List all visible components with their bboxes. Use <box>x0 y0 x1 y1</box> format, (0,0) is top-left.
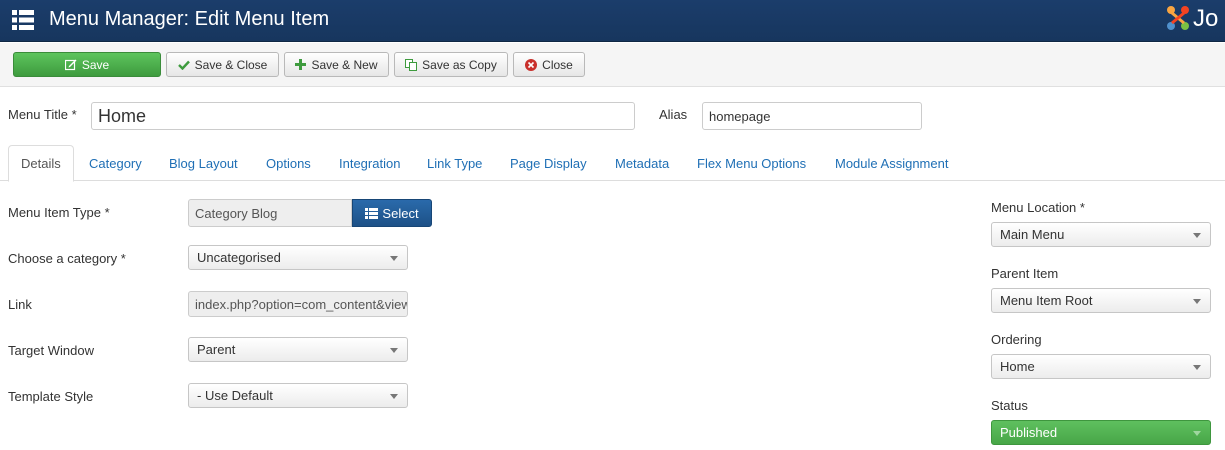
chevron-down-icon <box>1193 365 1201 370</box>
tab-page-display[interactable]: Page Display <box>510 145 587 181</box>
target-window-value: Parent <box>197 342 236 357</box>
header-bar: Menu Manager: Edit Menu Item Jo <box>0 0 1225 42</box>
tab-bar: Details Category Blog Layout Options Int… <box>0 145 1225 182</box>
chevron-down-icon <box>1193 233 1201 238</box>
tab-category[interactable]: Category <box>89 145 142 181</box>
link-field: index.php?option=com_content&view=catego… <box>188 291 408 317</box>
tab-flex-menu-options[interactable]: Flex Menu Options <box>697 145 806 181</box>
tab-blog-layout[interactable]: Blog Layout <box>169 145 238 181</box>
ordering-label: Ordering <box>991 332 1042 347</box>
edit-icon <box>64 59 77 70</box>
status-select[interactable]: Published <box>991 420 1211 445</box>
link-label: Link <box>8 297 32 312</box>
menu-item-type-field: Category Blog <box>188 199 352 227</box>
chevron-down-icon <box>390 394 398 399</box>
joomla-logo: Jo <box>1163 2 1225 38</box>
save-label: Save <box>81 57 110 72</box>
link-value: index.php?option=com_content&view=catego… <box>195 296 407 312</box>
menu-item-type-value: Category Blog <box>195 205 278 221</box>
parent-item-label: Parent Item <box>991 266 1059 281</box>
template-style-label: Template Style <box>8 389 94 404</box>
plus-icon <box>295 59 307 70</box>
save-copy-label: Save as Copy <box>422 57 497 72</box>
copy-icon <box>405 58 418 71</box>
category-value: Uncategorised <box>197 250 281 265</box>
save-close-label: Save & Close <box>194 57 268 72</box>
template-style-select[interactable]: - Use Default <box>188 383 408 408</box>
close-button[interactable]: Close <box>513 52 585 77</box>
menu-location-value: Main Menu <box>1000 227 1065 242</box>
status-label: Status <box>991 398 1028 413</box>
alias-label: Alias <box>659 107 688 122</box>
alias-value: homepage <box>709 108 771 124</box>
close-label: Close <box>542 57 573 72</box>
list-menu-icon[interactable] <box>12 9 34 31</box>
chevron-down-icon <box>390 256 398 261</box>
ordering-value: Home <box>1000 359 1035 374</box>
template-style-value: - Use Default <box>197 388 273 403</box>
tab-options[interactable]: Options <box>266 145 311 181</box>
target-window-label: Target Window <box>8 343 94 358</box>
menu-title-label: Menu Title * <box>8 107 77 122</box>
menu-title-value: Home <box>98 105 147 126</box>
save-button[interactable]: Save <box>13 52 161 77</box>
chevron-down-icon <box>1193 431 1201 436</box>
toolbar: Save Save & Close Save & New Save as Cop… <box>0 43 1225 87</box>
menu-item-type-label: Menu Item Type * <box>8 205 110 220</box>
alias-input[interactable]: homepage <box>702 102 922 130</box>
tab-integration[interactable]: Integration <box>339 145 400 181</box>
tab-module-assignment[interactable]: Module Assignment <box>835 145 948 181</box>
close-icon <box>525 58 538 71</box>
tab-metadata[interactable]: Metadata <box>615 145 669 181</box>
list-icon <box>365 207 379 219</box>
target-window-select[interactable]: Parent <box>188 337 408 362</box>
parent-item-value: Menu Item Root <box>1000 293 1093 308</box>
ordering-select[interactable]: Home <box>991 354 1211 379</box>
menu-title-input[interactable]: Home <box>91 102 635 130</box>
page-title: Menu Manager: Edit Menu Item <box>49 8 330 30</box>
choose-category-label: Choose a category * <box>8 251 126 266</box>
save-new-button[interactable]: Save & New <box>284 52 389 77</box>
check-icon <box>177 60 190 70</box>
select-button-label: Select <box>382 205 419 221</box>
chevron-down-icon <box>390 348 398 353</box>
menu-location-label: Menu Location * <box>991 200 1085 215</box>
save-close-button[interactable]: Save & Close <box>166 52 279 77</box>
status-value: Published <box>1000 425 1058 440</box>
save-copy-button[interactable]: Save as Copy <box>394 52 508 77</box>
logo-text: Jo <box>1193 5 1219 32</box>
tab-details[interactable]: Details <box>8 145 74 182</box>
chevron-down-icon <box>1193 299 1201 304</box>
save-new-label: Save & New <box>311 57 378 72</box>
select-type-button[interactable]: Select <box>352 199 432 227</box>
category-select[interactable]: Uncategorised <box>188 245 408 270</box>
tab-link-type[interactable]: Link Type <box>427 145 482 181</box>
menu-location-select[interactable]: Main Menu <box>991 222 1211 247</box>
joomla-logo-icon <box>1167 6 1189 30</box>
parent-item-select[interactable]: Menu Item Root <box>991 288 1211 313</box>
